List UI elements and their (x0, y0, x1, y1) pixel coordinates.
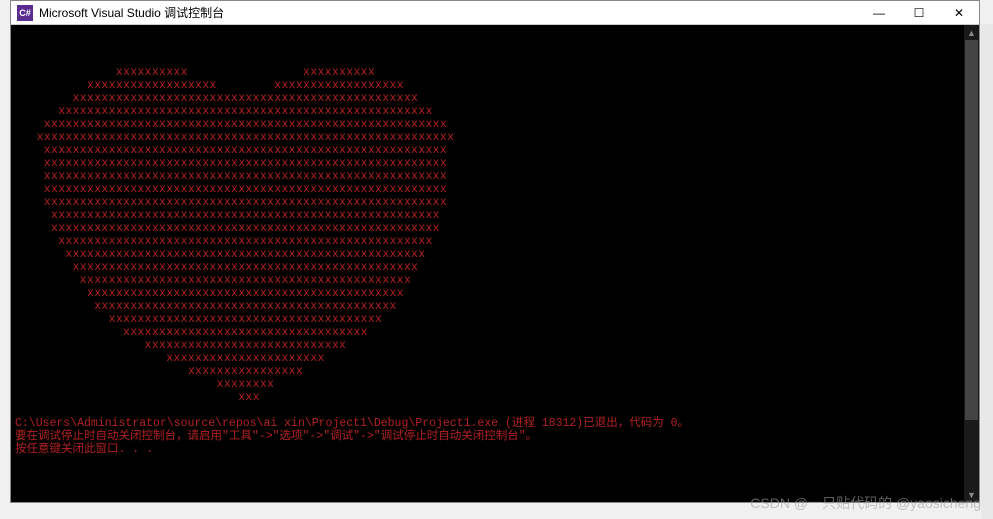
ascii-line: xxxxxxxxxxxxxxxx (15, 365, 960, 378)
scrollbar-thumb[interactable] (965, 40, 978, 420)
ascii-heart: xxxxxxxxxx xxxxxxxxxx xxxxxxxxxxxxxxxxxx… (15, 66, 960, 404)
ascii-line: xxxxxxxxxxxxxxxxxxxxxx (15, 352, 960, 365)
ascii-line: xxxxxxxx (15, 378, 960, 391)
ascii-line: xxxxxxxxxxxxxxxxxxxxxxxxxxxxxxxxxxxxxxxx… (15, 287, 960, 300)
titlebar[interactable]: C# Microsoft Visual Studio 调试控制台 — ☐ ✕ (11, 1, 979, 25)
ascii-line: xxxxxxxxxxxxxxxxxxxxxxxxxxxxxxxxxxxxxx (15, 313, 960, 326)
vertical-scrollbar[interactable]: ▲ ▼ (964, 25, 979, 502)
maximize-button[interactable]: ☐ (899, 1, 939, 25)
press-key-line: 按任意键关闭此窗口. . . (15, 443, 960, 456)
close-button[interactable]: ✕ (939, 1, 979, 25)
ascii-line: xxxxxxxxxxxxxxxxxxxxxxxxxxxxxxxxxxxxxxxx… (15, 300, 960, 313)
ascii-line: xxxxxxxxxxxxxxxxxxxxxxxxxxxxxxxxxxxxxxxx… (15, 222, 960, 235)
scroll-up-icon[interactable]: ▲ (964, 25, 979, 40)
exit-status-line: C:\Users\Administrator\source\repos\ai x… (15, 417, 960, 430)
window-controls: — ☐ ✕ (859, 1, 979, 25)
ascii-line: xxxxxxxxxxxxxxxxxxxxxxxxxxxxxxxxxxxxxxxx… (15, 105, 960, 118)
window-title: Microsoft Visual Studio 调试控制台 (39, 4, 859, 21)
outer-scrollbar[interactable] (981, 24, 993, 519)
app-icon: C# (17, 5, 33, 21)
scroll-down-icon[interactable]: ▼ (964, 487, 979, 502)
ascii-line: xxxxxxxxxxxxxxxxxxxxxxxxxxxxxxxxxxxxxxxx… (15, 235, 960, 248)
ascii-line: xxxxxxxxxxxxxxxxxxxxxxxxxxxxxxxxxxxxxxxx… (15, 196, 960, 209)
console-output[interactable]: xxxxxxxxxx xxxxxxxxxx xxxxxxxxxxxxxxxxxx… (11, 25, 964, 502)
ascii-line: xxxxxxxxxxxxxxxxxxxxxxxxxxxxxxxxxxxxxxxx… (15, 183, 960, 196)
ascii-line: xxxxxxxxxxxxxxxxxxxxxxxxxxxx (15, 339, 960, 352)
ascii-line: xxxxxxxxxxxxxxxxxxxxxxxxxxxxxxxxxxxxxxxx… (15, 92, 960, 105)
ascii-line: xxxxxxxxxxxxxxxxxxxxxxxxxxxxxxxxxxxxxxxx… (15, 118, 960, 131)
hint-line: 要在调试停止时自动关闭控制台，请启用"工具"->"选项"->"调试"->"调试停… (15, 430, 960, 443)
ascii-line: xxx (15, 391, 960, 404)
console-body: xxxxxxxxxx xxxxxxxxxx xxxxxxxxxxxxxxxxxx… (11, 25, 979, 502)
ascii-line: xxxxxxxxxxxxxxxxxxxxxxxxxxxxxxxxxxxxxxxx… (15, 157, 960, 170)
ascii-line: xxxxxxxxxxxxxxxxxxxxxxxxxxxxxxxxxxxxxxxx… (15, 170, 960, 183)
ascii-line: xxxxxxxxxxxxxxxxxxxxxxxxxxxxxxxxxxxxxxxx… (15, 209, 960, 222)
ascii-line: xxxxxxxxxxxxxxxxxxxxxxxxxxxxxxxxxxxxxxxx… (15, 274, 960, 287)
ascii-line: xxxxxxxxxxxxxxxxxxxxxxxxxxxxxxxxxxxxxxxx… (15, 248, 960, 261)
ascii-line: xxxxxxxxxxxxxxxxxxxxxxxxxxxxxxxxxx (15, 326, 960, 339)
console-window: C# Microsoft Visual Studio 调试控制台 — ☐ ✕ x… (10, 0, 980, 503)
minimize-button[interactable]: — (859, 1, 899, 25)
ascii-line: xxxxxxxxxxxxxxxxxxxxxxxxxxxxxxxxxxxxxxxx… (15, 144, 960, 157)
ascii-line: xxxxxxxxxx xxxxxxxxxx (15, 66, 960, 79)
ascii-line: xxxxxxxxxxxxxxxxxxxxxxxxxxxxxxxxxxxxxxxx… (15, 131, 960, 144)
ascii-line: xxxxxxxxxxxxxxxxxx xxxxxxxxxxxxxxxxxx (15, 79, 960, 92)
ascii-line: xxxxxxxxxxxxxxxxxxxxxxxxxxxxxxxxxxxxxxxx… (15, 261, 960, 274)
